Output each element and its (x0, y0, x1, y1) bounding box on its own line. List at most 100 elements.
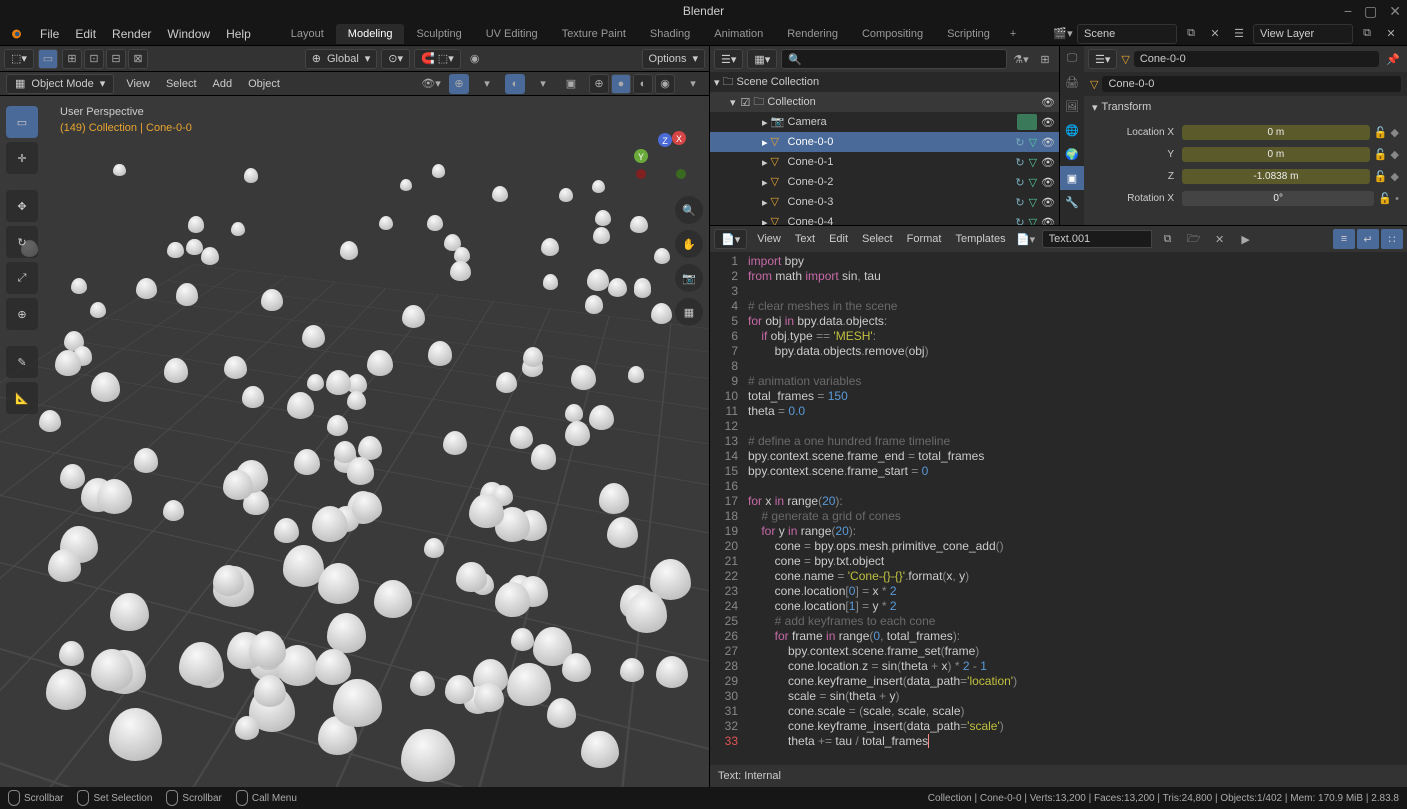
rotation-x-field[interactable]: 0° (1182, 191, 1374, 206)
viewport-pan-icon[interactable]: ✋ (675, 230, 703, 258)
workspace-tab-layout[interactable]: Layout (279, 24, 336, 44)
prop-tab-viewlayer[interactable]: 🖼 (1060, 94, 1084, 118)
gizmo-dropdown-icon[interactable]: ▾ (477, 74, 497, 94)
link-icon[interactable]: ↻ (1015, 176, 1024, 189)
editor-type-dropdown[interactable]: ⬚▾ (4, 49, 34, 69)
link-icon[interactable]: ↻ (1015, 156, 1024, 169)
outliner-display-dropdown[interactable]: ▦▾ (747, 49, 777, 69)
prop-tab-modifiers[interactable]: 🔧 (1060, 190, 1084, 214)
text-new-icon[interactable]: ⧉ (1158, 229, 1178, 249)
prop-tab-object[interactable]: ▣ (1060, 166, 1084, 190)
close-icon[interactable]: ✕ (1389, 3, 1401, 20)
shading-dropdown-icon[interactable]: ▾ (683, 74, 703, 94)
data-icon[interactable]: ▽ (1029, 216, 1037, 226)
location-x-field[interactable]: 0 m (1182, 125, 1370, 140)
cursor-mode-1-icon[interactable]: ⊞ (62, 49, 82, 69)
scene-name-field[interactable] (1077, 24, 1177, 44)
prop-tab-output[interactable]: 🖨 (1060, 70, 1084, 94)
tool-rotate[interactable]: ↻ (6, 226, 38, 258)
viewport-3d[interactable]: User Perspective (149) Collection | Cone… (0, 96, 709, 787)
tree-item-cone-0-4[interactable]: ▸▽Cone-0-4↻▽👁 (710, 212, 1059, 225)
viewport-zoom-icon[interactable]: 🔍 (675, 196, 703, 224)
location-y-field[interactable]: 0 m (1182, 147, 1370, 162)
workspace-tab-modeling[interactable]: Modeling (336, 24, 405, 44)
outliner-search[interactable]: 🔍 (781, 49, 1007, 69)
text-datablock-field[interactable] (1042, 230, 1152, 248)
location-z-field[interactable]: -1.0838 m (1182, 169, 1370, 184)
link-icon[interactable]: ↻ (1015, 136, 1024, 149)
lock-icon[interactable]: 🔓 • (1378, 192, 1399, 205)
text-menu-edit[interactable]: Edit (825, 233, 852, 245)
link-icon[interactable]: ↻ (1015, 216, 1024, 226)
tool-scale[interactable]: ⤢ (6, 262, 38, 294)
tree-scene-collection[interactable]: ▾🗀 Scene Collection (710, 72, 1059, 92)
link-icon[interactable]: ↻ (1015, 196, 1024, 209)
submenu-object[interactable]: Object (244, 78, 284, 90)
text-menu-view[interactable]: View (753, 233, 785, 245)
text-menu-text[interactable]: Text (791, 233, 819, 245)
workspace-tab-scripting[interactable]: Scripting (935, 24, 1002, 44)
workspace-tab-compositing[interactable]: Compositing (850, 24, 935, 44)
workspace-tab-sculpting[interactable]: Sculpting (404, 24, 473, 44)
data-icon[interactable]: ▽ (1029, 176, 1037, 189)
scene-new-icon[interactable]: ⧉ (1181, 24, 1201, 44)
submenu-add[interactable]: Add (209, 78, 237, 90)
viewlayer-delete-icon[interactable]: ✕ (1381, 24, 1401, 44)
tool-measure[interactable]: 📐 (6, 382, 38, 414)
text-menu-templates[interactable]: Templates (951, 233, 1009, 245)
visibility-toggle-icon[interactable]: 👁 (1041, 156, 1055, 169)
viewlayer-browse-icon[interactable]: ☰ (1229, 24, 1249, 44)
visibility-toggle-icon[interactable]: 👁 (1041, 96, 1055, 109)
minimize-icon[interactable]: − (1344, 3, 1352, 20)
data-icon[interactable]: ▽ (1029, 196, 1037, 209)
prop-tab-scene[interactable]: 🌐 (1060, 118, 1084, 142)
tool-annotate[interactable]: ✎ (6, 346, 38, 378)
tree-collection[interactable]: ▾☑🗀 Collection 👁 (710, 92, 1059, 112)
menu-file[interactable]: File (32, 24, 67, 44)
prop-tab-world[interactable]: 🌍 (1060, 142, 1084, 166)
shading-material-icon[interactable]: ◐ (633, 74, 653, 94)
lock-icon[interactable]: 🔓 ◆ (1374, 170, 1399, 183)
scenes-browse-icon[interactable]: 🎬▾ (1053, 24, 1073, 44)
workspace-tab-texture-paint[interactable]: Texture Paint (550, 24, 638, 44)
outliner-filter-icon[interactable]: ⚗▾ (1011, 49, 1031, 69)
text-editor-body[interactable]: 1234567891011121314151617181920212223242… (710, 252, 1407, 765)
lock-icon[interactable]: 🔓 ◆ (1374, 148, 1399, 161)
proportional-edit-icon[interactable]: ◉ (465, 49, 485, 69)
orientation-dropdown[interactable]: ⊕ Global ▾ (305, 49, 378, 69)
text-menu-format[interactable]: Format (903, 233, 946, 245)
tool-cursor[interactable]: ✛ (6, 142, 38, 174)
menu-edit[interactable]: Edit (67, 24, 104, 44)
cursor-mode-4-icon[interactable]: ⊠ (128, 49, 148, 69)
scene-delete-icon[interactable]: ✕ (1205, 24, 1225, 44)
viewport-camera-icon[interactable]: 📷 (675, 264, 703, 292)
texteditor-type-dropdown[interactable]: 📄▾ (714, 229, 747, 249)
workspace-tab-animation[interactable]: Animation (702, 24, 775, 44)
tool-move[interactable]: ✥ (6, 190, 38, 222)
submenu-select[interactable]: Select (162, 78, 201, 90)
nav-gizmo[interactable]: X Y Z (629, 126, 689, 186)
workspace-tab-rendering[interactable]: Rendering (775, 24, 850, 44)
visibility-toggle-icon[interactable]: 👁 (1041, 216, 1055, 226)
tool-select-box[interactable]: ▭ (6, 106, 38, 138)
toggle-wordwrap-icon[interactable]: ↵ (1357, 229, 1379, 249)
cursor-mode-2-icon[interactable]: ⊡ (84, 49, 104, 69)
properties-type-dropdown[interactable]: ☰▾ (1088, 49, 1117, 69)
properties-object-name[interactable]: Cone-0-0 (1134, 51, 1379, 67)
maximize-icon[interactable]: ▢ (1364, 3, 1377, 20)
code-area[interactable]: import bpyfrom math import sin, tau # cl… (744, 252, 1407, 765)
viewlayer-new-icon[interactable]: ⧉ (1357, 24, 1377, 44)
data-icon[interactable]: ▽ (1029, 156, 1037, 169)
text-unlink-icon[interactable]: ✕ (1210, 229, 1230, 249)
visibility-toggle-icon[interactable]: 👁 (1041, 176, 1055, 189)
run-script-icon[interactable]: ▶ (1236, 229, 1256, 249)
lock-icon[interactable]: 🔓 ◆ (1374, 126, 1399, 139)
shading-rendered-icon[interactable]: ◉ (655, 74, 675, 94)
toggle-linenumbers-icon[interactable]: ≡ (1333, 229, 1355, 249)
tree-item-cone-0-0[interactable]: ▸▽Cone-0-0↻▽👁 (710, 132, 1059, 152)
menu-help[interactable]: Help (218, 24, 259, 44)
text-browse-icon[interactable]: 📄▾ (1016, 229, 1036, 249)
pin-icon[interactable]: 📌 (1383, 49, 1403, 69)
text-menu-select[interactable]: Select (858, 233, 897, 245)
gizmo-toggle-icon[interactable]: ⊕ (449, 74, 469, 94)
